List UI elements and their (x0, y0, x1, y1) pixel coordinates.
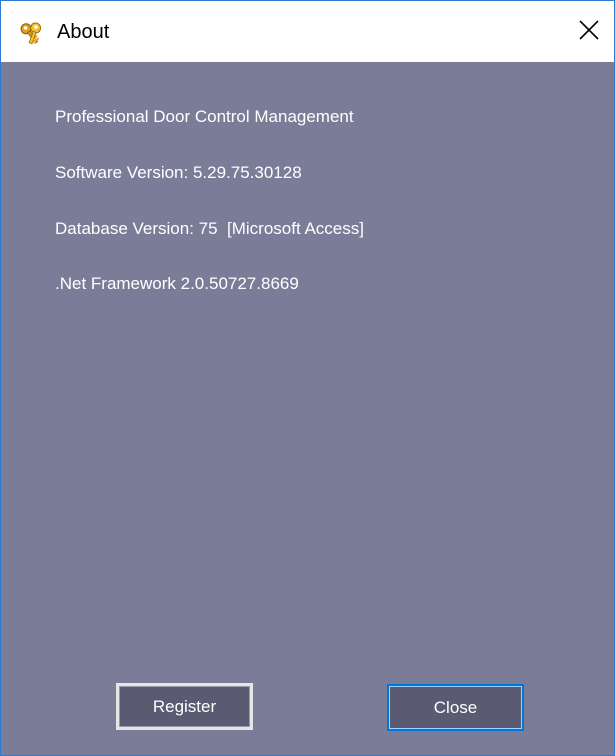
close-icon[interactable] (574, 15, 604, 45)
register-button[interactable]: Register (116, 683, 253, 730)
title-bar[interactable]: About (1, 1, 614, 62)
close-button[interactable]: Close (387, 684, 524, 731)
database-version: Database Version: 75 [Microsoft Access] (55, 219, 364, 238)
product-name: Professional Door Control Management (55, 107, 354, 126)
window-title: About (57, 21, 110, 43)
about-dialog: About Professional Door Control Manageme… (0, 0, 615, 756)
keys-icon (19, 19, 45, 45)
dialog-content: Professional Door Control Management Sof… (1, 62, 614, 755)
software-version: Software Version: 5.29.75.30128 (55, 163, 302, 182)
framework-version: .Net Framework 2.0.50727.8669 (55, 274, 299, 293)
